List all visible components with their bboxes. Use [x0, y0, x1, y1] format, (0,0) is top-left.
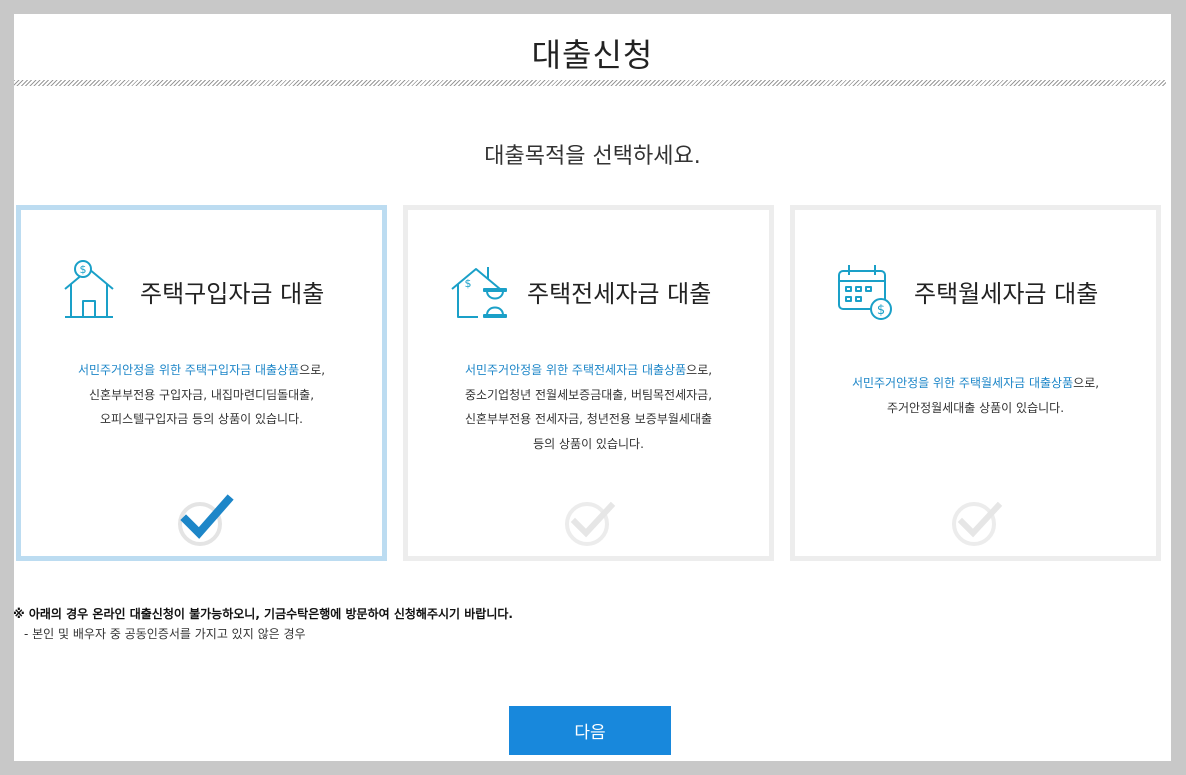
card-desc-suffix: 으로,	[299, 363, 326, 377]
svg-text:$: $	[465, 277, 472, 290]
notice-text: ※ 아래의 경우 온라인 대출신청이 불가능하오니, 기금수탁은행에 방문하여 …	[14, 605, 513, 622]
house-coin-icon: $	[64, 260, 114, 318]
notice-detail: - 본인 및 배우자 중 공동인증서를 가지고 있지 않은 경우	[24, 627, 306, 641]
card-title: 주택월세자금 대출	[914, 280, 1099, 308]
check-selected-icon	[177, 494, 234, 546]
check-unselected-icon	[564, 501, 615, 546]
card-title: 주택전세자금 대출	[527, 280, 712, 308]
card-desc-suffix: 으로,	[686, 363, 713, 377]
house-hourglass-icon: $	[451, 267, 507, 318]
card-desc-line: 등의 상품이 있습니다.	[533, 436, 644, 451]
next-button[interactable]: 다음	[509, 706, 671, 755]
card-title: 주택구입자금 대출	[140, 280, 325, 308]
page-subtitle: 대출목적을 선택하세요.	[484, 144, 701, 169]
card-desc-highlight: 서민주거안정을 위한 주택월세자금 대출상품	[851, 376, 1074, 390]
notice-line: ※ 아래의 경우 온라인 대출신청이 불가능하오니, 기금수탁은행에 방문하여 …	[14, 607, 513, 621]
svg-text:$: $	[877, 303, 885, 318]
card-desc-line: 신혼부부전용 전세자금, 청년전용 보증부월세대출	[464, 412, 713, 426]
loan-card-monthly-rent[interactable]: $ 주택월세자금 대출 서민주거안정을 위한 주택월세자금 대출상품으로, 주거…	[790, 205, 1161, 561]
main-frame: 대출신청 대출목적을 선택하세요. $ 주택구입자금 대출 서민주거안정을 위한…	[14, 14, 1171, 761]
loan-card-purchase[interactable]: $ 주택구입자금 대출 서민주거안정을 위한 주택구입자금 대출상품으로, 신혼…	[16, 205, 387, 561]
card-desc-highlight: 서민주거안정을 위한 주택전세자금 대출상품	[464, 363, 687, 377]
card-desc-line: 오피스텔구입자금 등의 상품이 있습니다.	[100, 412, 303, 426]
title-divider	[14, 80, 1166, 86]
card-desc-suffix: 으로,	[1073, 376, 1100, 390]
card-desc-line: 중소기업청년 전월세보증금대출, 버팀목전세자금,	[464, 387, 713, 402]
check-unselected-icon	[951, 501, 1002, 546]
card-description: 서민주거안정을 위한 주택구입자금 대출상품으로, 신혼부부전용 구입자금, 내…	[21, 358, 382, 432]
loan-card-jeonse[interactable]: $ 주택전세자금 대출 서민주거안정을 위한 주택전세자금 대출상품으로, 중소…	[403, 205, 774, 561]
card-desc-line: 신혼부부전용 구입자금, 내집마련디딤돌대출,	[88, 387, 315, 402]
card-description: 서민주거안정을 위한 주택전세자금 대출상품으로, 중소기업청년 전월세보증금대…	[408, 358, 769, 456]
calendar-coin-icon: $	[838, 265, 892, 320]
card-description: 서민주거안정을 위한 주택월세자금 대출상품으로, 주거안정월세대출 상품이 있…	[795, 371, 1156, 420]
page-title: 대출신청	[531, 36, 654, 74]
card-desc-line: 주거안정월세대출 상품이 있습니다.	[886, 400, 1065, 415]
card-desc-highlight: 서민주거안정을 위한 주택구입자금 대출상품	[77, 363, 300, 377]
svg-text:$: $	[80, 263, 87, 276]
